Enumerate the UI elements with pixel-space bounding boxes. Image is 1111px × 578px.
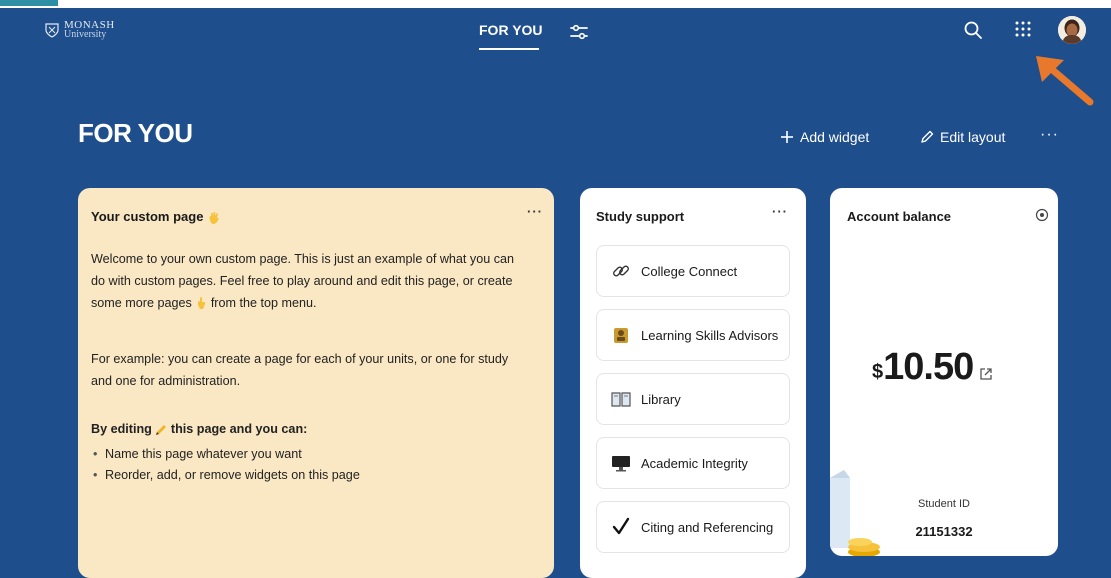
student-id-label: Student ID	[918, 498, 970, 510]
plus-icon	[781, 131, 793, 143]
monash-shield-icon	[45, 23, 59, 38]
p3-before: By editing	[91, 422, 152, 436]
monash-logo[interactable]: MONASH University	[44, 20, 115, 40]
study-item-label: Library	[641, 391, 681, 407]
custom-card-paragraph-3: By editing this page and you can:	[91, 418, 546, 440]
tab-for-you[interactable]: FOR YOU	[479, 22, 543, 38]
balance-value: 10.50	[883, 346, 974, 388]
custom-card-more-button[interactable]: ···	[527, 204, 543, 219]
balance-card-title: Account balance	[847, 209, 952, 224]
waving-hand-icon	[209, 211, 219, 224]
study-item-learning-skills-advisors[interactable]: Learning Skills Advisors	[596, 309, 790, 361]
custom-card-bullet-list: Name this page whatever you want Reorder…	[91, 444, 360, 486]
study-card-more-button[interactable]: ···	[772, 204, 788, 219]
study-support-card: Study support ··· College Connect Learni…	[580, 188, 806, 578]
study-item-label: College Connect	[641, 263, 738, 279]
custom-page-card: Your custom page ··· Welcome to your own…	[78, 188, 554, 578]
pointing-down-icon	[198, 297, 206, 310]
add-widget-button[interactable]: Add widget	[780, 129, 869, 145]
active-tab-underline	[479, 48, 539, 50]
search-icon[interactable]	[962, 19, 984, 41]
pencil-icon	[921, 130, 934, 143]
list-item: Name this page whatever you want	[91, 444, 360, 465]
list-item: Reorder, add, or remove widgets on this …	[91, 465, 360, 486]
p2-line-a: For example: you can create a page for e…	[91, 352, 509, 366]
p1-line-c-after: from the top menu.	[210, 296, 317, 310]
top-band	[0, 0, 1111, 8]
apps-grid-icon[interactable]	[1014, 20, 1032, 38]
logo-line-2: University	[64, 29, 107, 40]
balance-amount: $ 10.50	[872, 346, 993, 389]
custom-card-paragraph-2: For example: you can create a page for e…	[91, 348, 546, 392]
add-widget-label: Add widget	[800, 129, 870, 145]
settings-sliders-icon[interactable]	[569, 23, 589, 41]
user-avatar[interactable]	[1058, 16, 1086, 44]
study-card-title: Study support	[596, 209, 685, 224]
annotation-arrow-icon	[1036, 56, 1094, 106]
account-balance-card: Account balance $ 10.50 Student ID 21151…	[830, 188, 1058, 556]
balance-currency: $	[872, 361, 884, 383]
custom-card-title: Your custom page	[91, 209, 221, 225]
study-item-label: Citing and Referencing	[641, 519, 774, 535]
study-item-citing-and-referencing[interactable]: Citing and Referencing	[596, 501, 790, 553]
study-item-college-connect[interactable]: College Connect	[596, 245, 790, 297]
pencil-emoji-icon	[156, 424, 167, 435]
app-window: MONASH University FOR YOU FOR YOU Add wi…	[0, 8, 1111, 578]
edit-layout-label: Edit layout	[940, 129, 1006, 145]
avatar-person-icon	[1058, 16, 1086, 44]
p1-line-c-before: some more pages	[91, 296, 192, 310]
monitor-icon	[612, 456, 630, 472]
custom-card-paragraph-1: Welcome to your own custom page. This is…	[91, 248, 546, 314]
book-icon	[611, 392, 631, 407]
edit-layout-button[interactable]: Edit layout	[920, 129, 1005, 145]
page-title: FOR YOU	[78, 118, 193, 148]
logo-text: MONASH University	[64, 20, 115, 40]
p2-line-b: and one for administration.	[91, 374, 241, 388]
study-item-label: Academic Integrity	[641, 455, 748, 471]
study-item-academic-integrity[interactable]: Academic Integrity	[596, 437, 790, 489]
p3-after: this page and you can:	[170, 422, 308, 436]
external-link-icon[interactable]	[979, 367, 993, 381]
custom-card-title-text: Your custom page	[91, 209, 204, 224]
visibility-eye-icon[interactable]	[1035, 208, 1049, 222]
p1-line-b: do with custom pages. Feel free to play …	[91, 274, 513, 288]
link-icon	[613, 265, 629, 277]
checkmark-icon	[612, 517, 630, 535]
p1-line-a: Welcome to your own custom page. This is…	[91, 252, 515, 266]
study-item-library[interactable]: Library	[596, 373, 790, 425]
student-id-value: 21151332	[915, 524, 973, 539]
top-band-marker	[0, 0, 58, 6]
advisor-icon	[614, 328, 628, 343]
study-item-label: Learning Skills Advisors	[641, 327, 779, 343]
page-more-button[interactable]: ···	[1040, 126, 1059, 144]
